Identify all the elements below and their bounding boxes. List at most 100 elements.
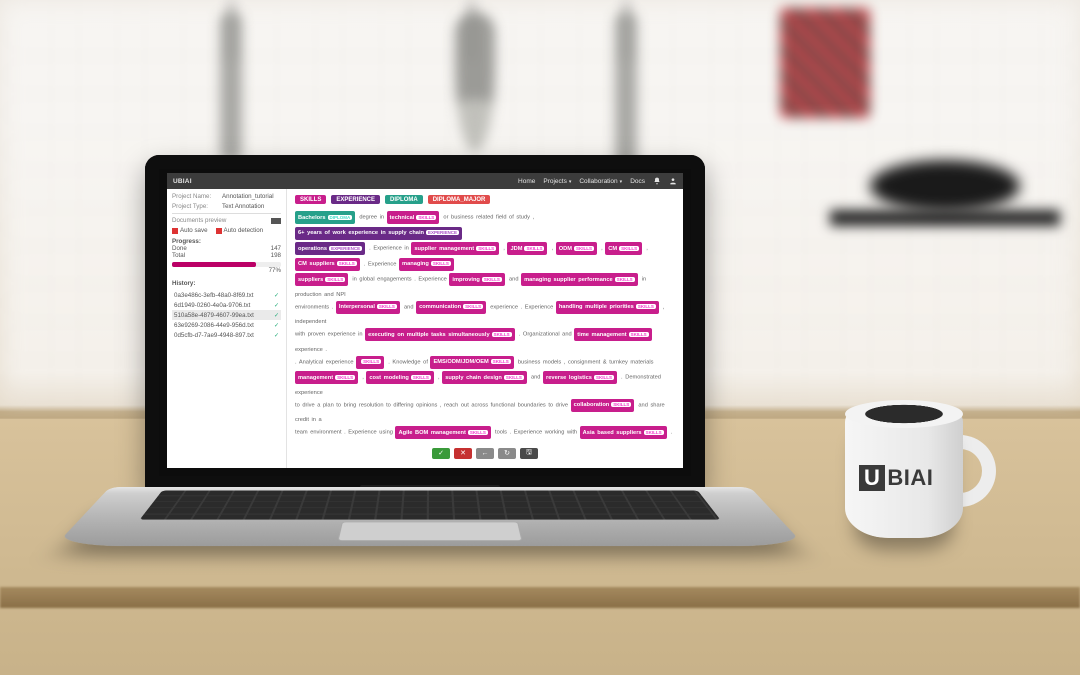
laptop-base: [55, 487, 806, 546]
doc-text: and: [528, 375, 543, 381]
doc-text: ,: [360, 375, 367, 381]
label-tag-diploma[interactable]: DIPLOMA: [385, 195, 423, 204]
pager-icon[interactable]: [271, 218, 281, 224]
documents-preview-label: Documents preview: [172, 217, 226, 224]
doc-text: tools . Experience working with: [492, 430, 579, 436]
keyboard: [140, 491, 721, 520]
nav-docs[interactable]: Docs: [630, 178, 645, 185]
entity-token[interactable]: executing on multiple tasks simultaneous…: [365, 328, 515, 341]
reject-button[interactable]: ✕: [454, 448, 472, 459]
project-name-label: Project Name:: [172, 193, 218, 200]
annotated-document[interactable]: BachelorsDIPLOMA degree in technicalSKIL…: [295, 211, 675, 442]
next-button[interactable]: ↻: [498, 448, 516, 459]
auto-detection-checkbox[interactable]: Auto detection: [216, 227, 264, 234]
doc-text: degree in: [357, 215, 387, 221]
entity-token[interactable]: InterpersonalSKILLS: [336, 301, 400, 314]
accept-button[interactable]: ✓: [432, 448, 450, 459]
action-bar: ✓ ✕ ← ↻ 🖫: [295, 448, 675, 459]
history-row[interactable]: 510a58e-4879-4607-99ea.txt✓: [172, 310, 281, 320]
main-panel: SKILLS EXPERIENCE DIPLOMA DIPLOMA_MAJOR Bac…: [287, 189, 683, 468]
doc-text: business models , consignment & turnkey …: [515, 359, 653, 365]
entity-token[interactable]: 6+ years of work experience in supply ch…: [295, 227, 462, 240]
save-button[interactable]: 🖫: [520, 448, 538, 459]
auto-save-checkbox[interactable]: Auto save: [172, 227, 208, 234]
entity-token[interactable]: EMS/ODM/JDM/OEMSKILLS: [430, 356, 513, 369]
progress-pct: 77%: [172, 267, 281, 274]
history-list: 0a3e486c-3efb-48a0-8f69.txt✓6d1949-0260-…: [172, 290, 281, 340]
prev-button[interactable]: ←: [476, 448, 494, 459]
project-name-value: Annotation_tutorial: [222, 193, 274, 200]
laptop-screen-frame: UBIAI Home Projects Collaboration Docs: [145, 155, 705, 490]
doc-text: . Organizational and: [516, 332, 574, 338]
entity-token[interactable]: ODMSKILLS: [556, 242, 597, 255]
doc-text: or business related field of study ,: [441, 215, 534, 221]
label-tag-experience[interactable]: EXPERIENCE: [331, 195, 380, 204]
doc-text: experience . Experience: [488, 304, 556, 310]
history-label: History:: [172, 280, 281, 287]
doc-text: ,: [549, 246, 556, 252]
table-edge: [0, 587, 1080, 607]
bell-icon[interactable]: [653, 177, 661, 185]
entity-token[interactable]: supplier managementSKILLS: [411, 242, 499, 255]
entity-token[interactable]: managing supplier performanceSKILLS: [521, 273, 638, 286]
entity-token[interactable]: handling multiple prioritiesSKILLS: [556, 301, 659, 314]
spatula-icon: [220, 12, 242, 162]
doc-text: and: [401, 304, 416, 310]
doc-text: with proven experience in: [295, 332, 365, 338]
entity-token[interactable]: improvingSKILLS: [449, 273, 505, 286]
user-icon[interactable]: [669, 177, 677, 185]
pan-icon: [870, 160, 1020, 212]
entity-token[interactable]: SKILLS: [356, 356, 384, 369]
label-legend: SKILLS EXPERIENCE DIPLOMA DIPLOMA_MAJOR: [295, 195, 675, 204]
entity-token[interactable]: Asia based suppliersSKILLS: [580, 426, 667, 439]
entity-token[interactable]: CM suppliersSKILLS: [295, 258, 360, 271]
entity-token[interactable]: JDMSKILLS: [507, 242, 547, 255]
stat-done-v: 147: [271, 245, 281, 252]
entity-token[interactable]: CMSKILLS: [605, 242, 642, 255]
history-row[interactable]: 0d5cfb-d7-7ae9-4948-897.txt✓: [172, 330, 281, 340]
doc-text: . Knowledge of: [386, 359, 431, 365]
brand-logo: UBIAI: [173, 178, 192, 185]
doc-text: ,: [435, 375, 442, 381]
entity-token[interactable]: technicalSKILLS: [387, 211, 440, 224]
doc-text: .: [668, 430, 672, 436]
doc-text: experience .: [295, 347, 327, 353]
project-type-value: Text Annotation: [222, 203, 264, 210]
app-screen: UBIAI Home Projects Collaboration Docs: [167, 173, 683, 468]
label-tag-diploma_major[interactable]: DIPLOMA_MAJOR: [428, 195, 491, 204]
history-row[interactable]: 0a3e486c-3efb-48a0-8f69.txt✓: [172, 290, 281, 300]
potholder-icon: [780, 8, 870, 118]
trackpad: [337, 522, 522, 541]
entity-token[interactable]: reverse logisticsSKILLS: [543, 371, 617, 384]
entity-token[interactable]: managingSKILLS: [399, 258, 454, 271]
entity-token[interactable]: communicationSKILLS: [416, 301, 486, 314]
stat-total-k: Total: [172, 252, 185, 259]
entity-token[interactable]: cost modelingSKILLS: [366, 371, 434, 384]
entity-token[interactable]: operationsEXPERIENCE: [295, 242, 365, 255]
doc-text: . Analytical experience: [295, 359, 356, 365]
history-row[interactable]: 6d1949-0260-4e0a-9706.txt✓: [172, 300, 281, 310]
entity-token[interactable]: collaborationSKILLS: [571, 399, 635, 412]
sidebar: Project Name: Annotation_tutorial Projec…: [167, 189, 287, 468]
entity-token[interactable]: Agile BOM managementSKILLS: [395, 426, 490, 439]
entity-token[interactable]: BachelorsDIPLOMA: [295, 211, 355, 224]
stat-total-v: 198: [271, 252, 281, 259]
entity-token[interactable]: managementSKILLS: [295, 371, 358, 384]
entity-token[interactable]: supply chain designSKILLS: [442, 371, 527, 384]
doc-text: . Experience in: [367, 246, 412, 252]
entity-token[interactable]: suppliersSKILLS: [295, 273, 348, 286]
doc-text: ,: [599, 246, 606, 252]
stat-done-k: Done: [172, 245, 187, 252]
doc-text: environments .: [295, 304, 336, 310]
label-tag-skills[interactable]: SKILLS: [295, 195, 326, 204]
laptop: UBIAI Home Projects Collaboration Docs: [110, 155, 750, 585]
nav-collaboration[interactable]: Collaboration: [579, 178, 622, 185]
progress-label: Progress:: [172, 238, 281, 245]
history-row[interactable]: 63e9269-2086-44e9-956d.txt✓: [172, 320, 281, 330]
doc-text: in global engagements . Experience: [350, 277, 450, 283]
entity-token[interactable]: time managementSKILLS: [574, 328, 651, 341]
nav-home[interactable]: Home: [518, 178, 535, 185]
doc-text: ,: [644, 246, 648, 252]
top-nav: Home Projects Collaboration Docs: [518, 177, 677, 185]
nav-projects[interactable]: Projects: [543, 178, 571, 185]
